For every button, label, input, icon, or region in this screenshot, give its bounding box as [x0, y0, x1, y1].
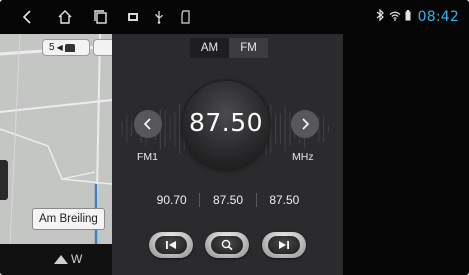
home-icon[interactable]	[55, 7, 75, 27]
media-icon	[126, 9, 140, 25]
bluetooth-icon	[376, 8, 385, 26]
back-icon[interactable]	[18, 7, 38, 27]
head-unit-screen: 08:42 5 ◀ Am Breiling W AM FM 87.50 FM1 …	[0, 0, 469, 275]
sd-card-icon	[179, 9, 193, 25]
preset-3[interactable]: 87.50	[257, 193, 312, 207]
radio-panel: AM FM 87.50 FM1 MHz 90.70 87.50 87.50	[112, 34, 343, 275]
band-slot-label: FM1	[137, 151, 158, 163]
preset-2[interactable]: 87.50	[200, 193, 255, 207]
map-side-tab[interactable]	[0, 160, 8, 200]
band-toggle: AM FM	[190, 38, 268, 58]
search-station-button[interactable]	[205, 232, 249, 258]
preset-list: 90.70 87.50 87.50	[144, 190, 312, 210]
tune-up-button[interactable]	[291, 110, 319, 138]
chevron-left-icon	[143, 118, 151, 130]
search-icon	[221, 239, 233, 251]
tune-down-button[interactable]	[134, 110, 162, 138]
navigation-map[interactable]: 5 ◀ Am Breiling	[0, 34, 112, 244]
fm-band-button[interactable]: FM	[229, 38, 268, 58]
frequency-display: 87.50	[188, 108, 264, 137]
am-band-button[interactable]: AM	[190, 38, 229, 58]
street-name-label: Am Breiling	[32, 208, 105, 230]
wifi-icon	[389, 8, 401, 26]
next-icon	[279, 241, 289, 249]
route-chip[interactable]: 5 ◀	[42, 39, 90, 56]
previous-station-button[interactable]	[149, 232, 193, 258]
next-station-button[interactable]	[262, 232, 306, 258]
frequency-unit-label: MHz	[292, 151, 314, 163]
route-number: 5	[49, 42, 55, 53]
direction-arrow-icon	[54, 254, 68, 264]
status-bar: 08:42	[0, 0, 469, 34]
route-chip-secondary[interactable]	[93, 39, 112, 56]
car-icon	[64, 43, 75, 52]
left-arrow-icon: ◀	[56, 43, 63, 52]
right-blank-panel	[343, 34, 469, 275]
status-indicators: 08:42	[376, 8, 459, 26]
previous-icon	[166, 241, 176, 249]
preset-1[interactable]: 90.70	[144, 193, 199, 207]
usb-icon	[152, 9, 166, 25]
recent-apps-icon[interactable]	[91, 7, 111, 27]
battery-icon	[405, 8, 411, 26]
clock: 08:42	[417, 9, 459, 25]
heading-label: W	[71, 252, 83, 266]
chevron-right-icon	[302, 118, 310, 130]
compass-heading: W	[54, 252, 82, 266]
